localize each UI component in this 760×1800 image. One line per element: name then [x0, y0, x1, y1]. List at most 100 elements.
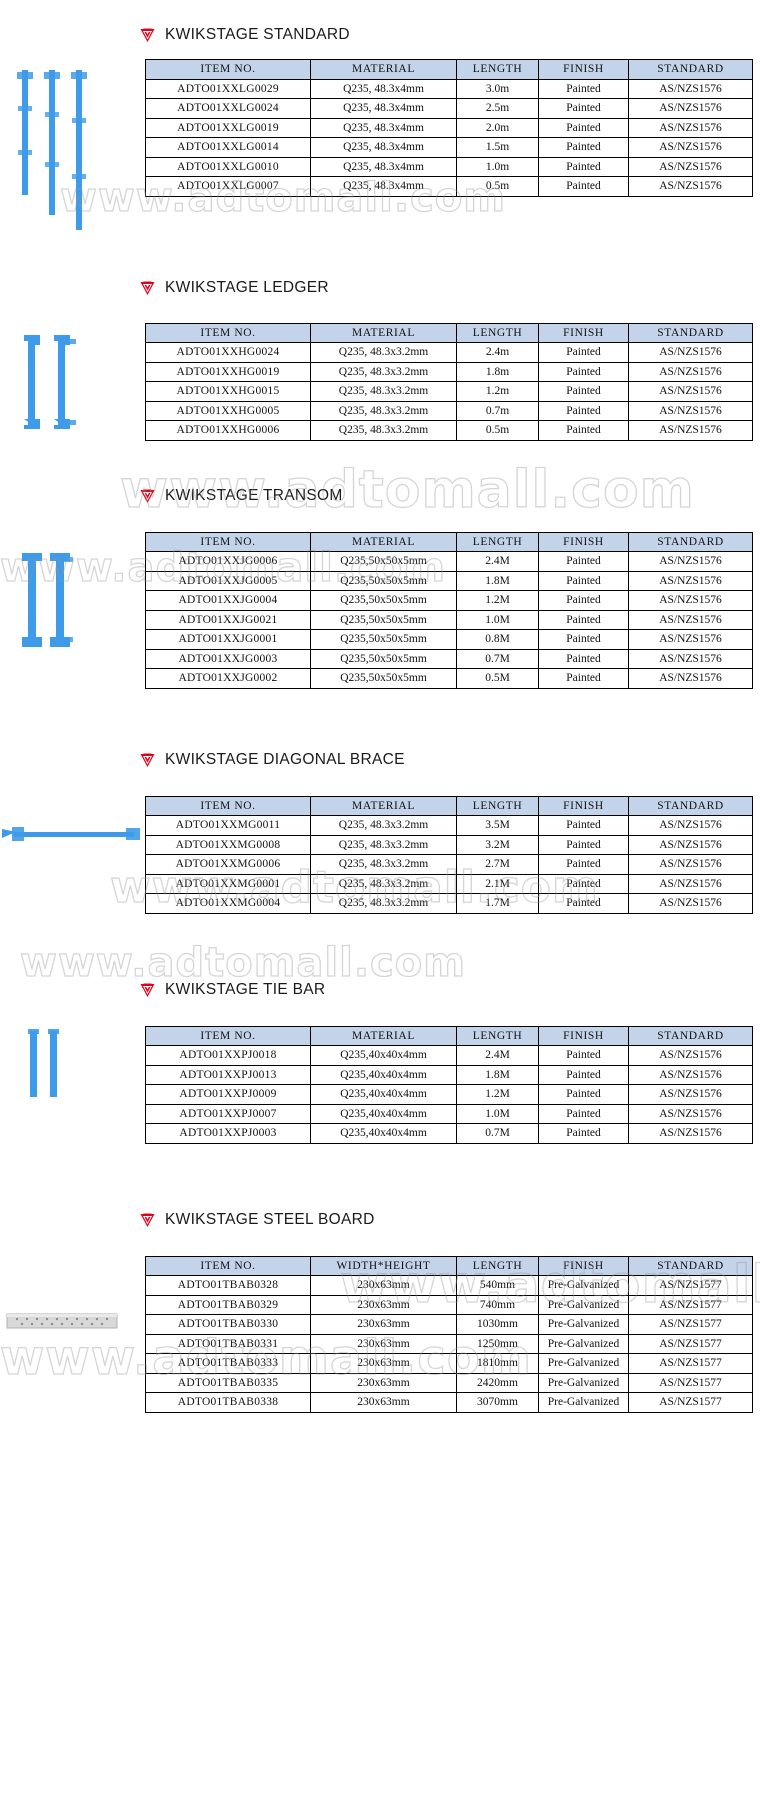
cell-finish: Painted: [538, 1084, 629, 1105]
product-image-standard: [17, 70, 87, 230]
section-header: KWIKSTAGE TRANSOM: [0, 483, 760, 509]
section-kwikstage-standard: KWIKSTAGE STANDARD ITEM NO. MATERIAL LEN…: [0, 22, 760, 230]
cell-material: Q235, 48.3x3.2mm: [310, 873, 457, 894]
adto-logo-icon: [140, 1213, 155, 1227]
section-header: KWIKSTAGE TIE BAR: [0, 977, 760, 1003]
cell-standard: AS/NZS1577: [628, 1392, 753, 1413]
cell-finish: Pre-Galvanized: [538, 1333, 629, 1354]
cell-finish: Painted: [538, 590, 629, 611]
cell-material: Q235, 48.3x3.2mm: [310, 420, 457, 441]
cell-length: 1.0M: [456, 1103, 539, 1124]
table-row: ADTO01XXMG0008 Q235, 48.3x3.2mm 3.2M Painte…: [145, 834, 753, 855]
table-row: ADTO01XXJG0005 Q235,50x50x5mm 1.8M Painted A…: [145, 570, 753, 591]
cell-item-no: ADTO01TBAB0333: [145, 1353, 311, 1374]
table-row: ADTO01XXPJ0018 Q235,40x40x4mm 2.4M Painted A…: [145, 1045, 753, 1066]
table-row: ADTO01TBAB0335 230x63mm 2420mm Pre-Galvaniz…: [145, 1372, 753, 1393]
column-header-material: MATERIAL: [310, 531, 457, 552]
cell-length: 3.5M: [456, 815, 539, 836]
column-header-length: LENGTH: [456, 322, 539, 343]
table-header-row: ITEM NO. MATERIAL LENGTH FINISH STANDARD: [145, 322, 753, 343]
table-row: ADTO01XXHG0019 Q235, 48.3x3.2mm 1.8m Painte…: [145, 361, 753, 382]
cell-finish: Painted: [538, 342, 629, 363]
cell-material: 230x63mm: [310, 1314, 457, 1335]
cell-length: 1.8M: [456, 1064, 539, 1085]
column-header-finish: FINISH: [538, 531, 629, 552]
cell-standard: AS/NZS1576: [628, 893, 753, 914]
table-row: ADTO01XXLG0019 Q235, 48.3x4mm 2.0m Painted A…: [145, 117, 753, 138]
cell-standard: AS/NZS1576: [628, 361, 753, 382]
cell-finish: Painted: [538, 815, 629, 836]
cell-finish: Painted: [538, 873, 629, 894]
cell-finish: Painted: [538, 78, 629, 99]
table-body: ADTO01XXJG0006 Q235,50x50x5mm 2.4M Painted A…: [145, 551, 753, 689]
cell-material: Q235,50x50x5mm: [310, 609, 457, 630]
column-header-material: MATERIAL: [310, 1025, 457, 1046]
column-header-length: LENGTH: [456, 59, 539, 80]
cell-length: 1.8m: [456, 361, 539, 382]
cell-finish: Painted: [538, 361, 629, 382]
cell-length: 0.5M: [456, 668, 539, 689]
cell-finish: Painted: [538, 629, 629, 650]
table-row: ADTO01XXJG0003 Q235,50x50x5mm 0.7M Painted A…: [145, 648, 753, 669]
column-header-standard: STANDARD: [628, 322, 753, 343]
cell-standard: AS/NZS1576: [628, 117, 753, 138]
section-kwikstage-ledger: KWIKSTAGE LEDGER ITEM NO. MATERIAL LENGT…: [0, 275, 760, 441]
cell-finish: Painted: [538, 668, 629, 689]
cell-item-no: ADTO01XXJG0005: [145, 570, 311, 591]
cell-material: 230x63mm: [310, 1372, 457, 1393]
cell-item-no: ADTO01TBAB0329: [145, 1294, 311, 1315]
cell-item-no: ADTO01XXMG0008: [145, 834, 311, 855]
cell-finish: Painted: [538, 137, 629, 158]
section-kwikstage-diagonal-brace: KWIKSTAGE DIAGONAL BRACE ITEM NO. MATERI…: [0, 747, 760, 914]
cell-finish: Painted: [538, 1103, 629, 1124]
cell-item-no: ADTO01XXJG0001: [145, 629, 311, 650]
table-wrapper: ITEM NO. MATERIAL LENGTH FINISH STANDARD…: [0, 59, 760, 197]
cell-item-no: ADTO01TBAB0330: [145, 1314, 311, 1335]
cell-item-no: ADTO01XXPJ0003: [145, 1123, 311, 1144]
table-wrapper: ITEM NO. MATERIAL LENGTH FINISH STANDARD…: [0, 322, 760, 441]
section-header: KWIKSTAGE LEDGER: [0, 275, 760, 301]
column-header-material: MATERIAL: [310, 322, 457, 343]
cell-item-no: ADTO01XXPJ0013: [145, 1064, 311, 1085]
cell-standard: AS/NZS1576: [628, 420, 753, 441]
cell-standard: AS/NZS1576: [628, 137, 753, 158]
section-kwikstage-tie-bar: KWIKSTAGE TIE BAR ITEM NO. MATERIAL LENG…: [0, 977, 760, 1144]
column-header-item-no: ITEM NO.: [145, 1025, 311, 1046]
cell-length: 1.0m: [456, 156, 539, 177]
table-row: ADTO01XXMG0001 Q235, 48.3x3.2mm 2.1M Painte…: [145, 873, 753, 894]
cell-item-no: ADTO01XXJG0004: [145, 590, 311, 611]
cell-standard: AS/NZS1576: [628, 1084, 753, 1105]
cell-length: 1250mm: [456, 1333, 539, 1354]
cell-finish: Pre-Galvanized: [538, 1353, 629, 1374]
cell-standard: AS/NZS1576: [628, 609, 753, 630]
table-body: ADTO01XXMG0011 Q235, 48.3x3.2mm 3.5M Painte…: [145, 815, 753, 914]
product-image-diagonal-brace: [2, 826, 140, 841]
cell-finish: Painted: [538, 420, 629, 441]
cell-material: Q235,40x40x4mm: [310, 1084, 457, 1105]
cell-finish: Painted: [538, 381, 629, 402]
table-header-row: ITEM NO. MATERIAL LENGTH FINISH STANDARD: [145, 531, 753, 552]
table-row: ADTO01TBAB0330 230x63mm 1030mm Pre-Galvaniz…: [145, 1314, 753, 1335]
section-header: KWIKSTAGE STEEL BOARD: [0, 1207, 760, 1233]
cell-finish: Painted: [538, 551, 629, 572]
column-header-material: MATERIAL: [310, 795, 457, 816]
cell-length: 3.2M: [456, 834, 539, 855]
cell-length: 1030mm: [456, 1314, 539, 1335]
cell-material: 230x63mm: [310, 1333, 457, 1354]
cell-item-no: ADTO01XXMG0011: [145, 815, 311, 836]
table-header-row: ITEM NO. MATERIAL LENGTH FINISH STANDARD: [145, 59, 753, 80]
cell-length: 1.8M: [456, 570, 539, 591]
cell-item-no: ADTO01XXLG0024: [145, 98, 311, 119]
cell-item-no: ADTO01XXMG0006: [145, 854, 311, 875]
cell-material: Q235, 48.3x3.2mm: [310, 893, 457, 914]
cell-material: Q235,50x50x5mm: [310, 668, 457, 689]
cell-finish: Pre-Galvanized: [538, 1294, 629, 1315]
cell-finish: Painted: [538, 648, 629, 669]
table-row: ADTO01XXLG0024 Q235, 48.3x4mm 2.5m Painted A…: [145, 98, 753, 119]
cell-item-no: ADTO01XXLG0029: [145, 78, 311, 99]
cell-length: 1.7M: [456, 893, 539, 914]
table-wrapper: ITEM NO. MATERIAL LENGTH FINISH STANDARD…: [0, 531, 760, 689]
cell-length: 2420mm: [456, 1372, 539, 1393]
cell-standard: AS/NZS1576: [628, 629, 753, 650]
table-row: ADTO01XXHG0006 Q235, 48.3x3.2mm 0.5m Painte…: [145, 420, 753, 441]
